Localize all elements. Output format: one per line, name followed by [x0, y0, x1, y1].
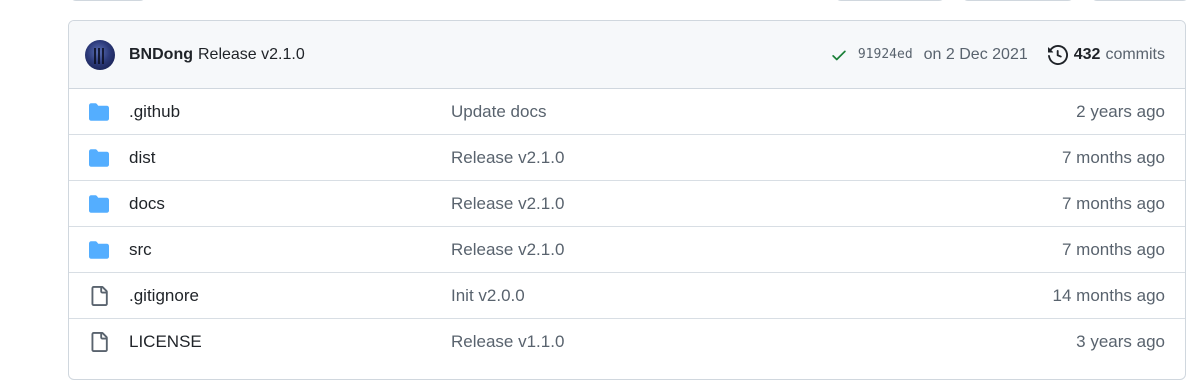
file-name-link[interactable]: .github — [129, 102, 180, 122]
file-commit-age: 7 months ago — [1061, 239, 1165, 259]
file-commit-message-link[interactable]: Release v2.1.0 — [451, 194, 564, 214]
file-commit-message-link[interactable]: Release v2.1.0 — [451, 148, 564, 168]
file-browser: BNDong Release v2.1.0 91924ed on 2 Dec 2… — [68, 20, 1186, 380]
branch-button-edge[interactable] — [70, 0, 146, 1]
file-row[interactable]: .github Update docs 2 years ago — [69, 89, 1185, 135]
commit-message-link[interactable]: Release v2.1.0 — [198, 46, 305, 64]
file-commit-age: 7 months ago — [1061, 147, 1165, 167]
avatar[interactable] — [85, 39, 115, 70]
history-icon[interactable] — [1047, 44, 1068, 65]
file-name-link[interactable]: src — [129, 240, 152, 260]
folder-icon — [89, 240, 109, 260]
file-list: .github Update docs 2 years ago dist Releas… — [69, 89, 1185, 365]
commits-label[interactable]: commits — [1105, 46, 1165, 64]
file-name-link[interactable]: dist — [129, 148, 155, 168]
go-to-file-button-edge[interactable] — [835, 0, 945, 1]
file-commit-message-link[interactable]: Release v2.1.0 — [451, 240, 564, 260]
check-icon[interactable] — [830, 46, 848, 64]
file-name-link[interactable]: .gitignore — [129, 286, 199, 306]
code-button-edge[interactable] — [1091, 0, 1189, 1]
file-icon — [89, 285, 109, 306]
file-commit-message-link[interactable]: Update docs — [451, 102, 546, 122]
file-commit-message-link[interactable]: Release v1.1.0 — [451, 332, 564, 352]
file-name-link[interactable]: docs — [129, 194, 165, 214]
file-icon — [89, 332, 109, 352]
file-row[interactable]: docs Release v2.1.0 7 months ago — [69, 181, 1185, 227]
commit-count[interactable]: 432 — [1074, 46, 1101, 64]
file-commit-message-link[interactable]: Init v2.0.0 — [451, 286, 525, 306]
file-name-link[interactable]: LICENSE — [129, 332, 202, 352]
commit-sha-link[interactable]: 91924ed — [858, 47, 913, 62]
latest-commit-bar: BNDong Release v2.1.0 91924ed on 2 Dec 2… — [69, 21, 1185, 89]
file-commit-age: 14 months ago — [1052, 285, 1165, 305]
toolbar-buttons-edge — [0, 0, 1201, 4]
file-commit-age: 2 years ago — [1076, 101, 1165, 121]
file-row[interactable]: dist Release v2.1.0 7 months ago — [69, 135, 1185, 181]
commit-author-link[interactable]: BNDong — [129, 46, 193, 64]
commit-date: on 2 Dec 2021 — [923, 45, 1028, 63]
file-row[interactable]: LICENSE Release v1.1.0 3 years ago — [69, 319, 1185, 365]
file-row[interactable]: src Release v2.1.0 7 months ago — [69, 227, 1185, 273]
folder-icon — [89, 148, 109, 168]
file-commit-age: 7 months ago — [1061, 193, 1165, 213]
folder-icon — [89, 194, 109, 214]
file-commit-age: 3 years ago — [1076, 332, 1165, 351]
file-row[interactable]: .gitignore Init v2.0.0 14 months ago — [69, 273, 1185, 319]
add-file-button-edge[interactable] — [962, 0, 1074, 1]
folder-icon — [89, 102, 109, 122]
